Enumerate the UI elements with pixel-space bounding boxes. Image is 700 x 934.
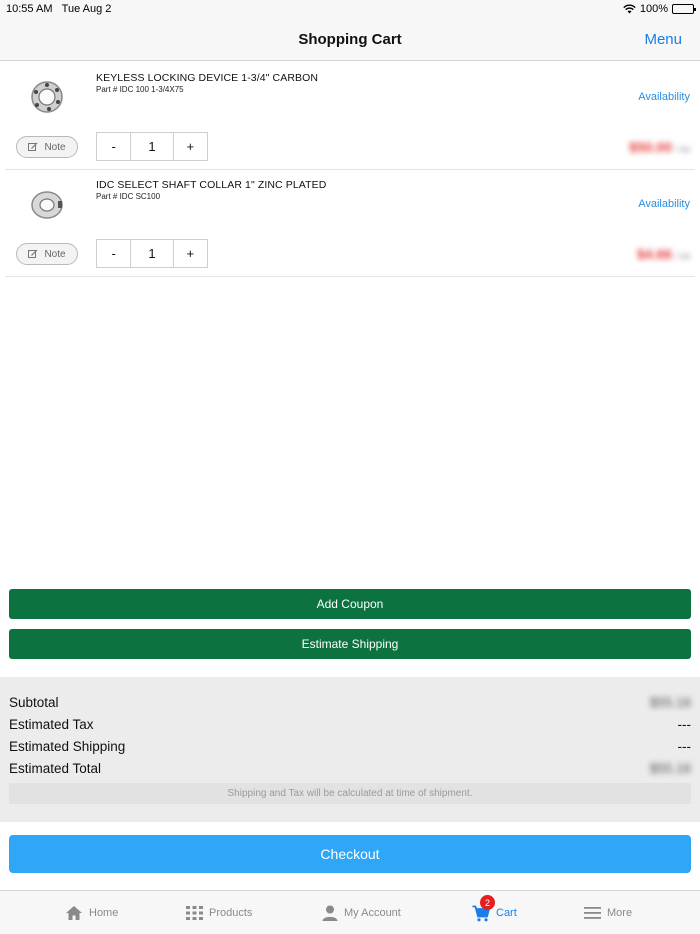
cart-item: IDC SELECT SHAFT COLLAR 1" ZINC PLATED P… (5, 170, 695, 277)
checkout-button[interactable]: Checkout (9, 835, 691, 873)
estimate-shipping-button[interactable]: Estimate Shipping (9, 629, 691, 659)
tab-cart[interactable]: Cart 2 (472, 891, 517, 934)
grid-icon (186, 906, 203, 920)
note-button[interactable]: Note (16, 136, 78, 158)
total-row: Estimated Total $55.16 (9, 759, 691, 779)
quantity-value[interactable]: 1 (130, 240, 174, 267)
product-image (31, 81, 63, 113)
tab-more[interactable]: More (584, 891, 632, 934)
note-label: Note (44, 248, 66, 260)
shipping-tax-note: Shipping and Tax will be calculated at t… (9, 783, 691, 804)
edit-icon (28, 249, 38, 258)
increase-quantity-button[interactable]: + (174, 133, 207, 160)
tab-products-label: Products (209, 907, 253, 919)
add-coupon-button[interactable]: Add Coupon (9, 589, 691, 619)
note-label: Note (44, 141, 66, 153)
tax-value: --- (677, 717, 692, 732)
availability-link[interactable]: Availability (638, 91, 690, 103)
cart-count-badge: 2 (480, 895, 495, 910)
tax-label: Estimated Tax (9, 717, 94, 732)
tab-my-account-label: My Account (344, 907, 401, 919)
note-button[interactable]: Note (16, 243, 78, 265)
battery-icon (672, 4, 696, 14)
tab-more-label: More (607, 907, 633, 919)
part-number: Part # IDC SC100 (96, 192, 161, 201)
subtotal-value: $55.16 (649, 695, 691, 710)
item-price: $50.00/ ea (629, 139, 690, 155)
status-right: 100% (623, 3, 696, 15)
increase-quantity-button[interactable]: + (174, 240, 207, 267)
shipping-label: Estimated Shipping (9, 739, 126, 754)
user-icon (322, 905, 338, 921)
availability-link[interactable]: Availability (638, 198, 690, 210)
quantity-stepper: - 1 + (96, 239, 208, 268)
decrease-quantity-button[interactable]: - (97, 133, 130, 160)
product-image (31, 191, 63, 219)
part-number: Part # IDC 100 1-3/4X75 (96, 85, 184, 94)
total-value: $55.16 (649, 761, 691, 776)
nav-bar: Shopping Cart Menu (0, 20, 700, 61)
decrease-quantity-button[interactable]: - (97, 240, 130, 267)
subtotal-row: Subtotal $55.16 (9, 693, 691, 713)
cart-item: KEYLESS LOCKING DEVICE 1-3/4" CARBON Par… (5, 63, 695, 170)
total-label: Estimated Total (9, 761, 102, 776)
tab-home[interactable]: Home (65, 891, 118, 934)
wifi-icon (623, 4, 636, 14)
hamburger-icon (584, 907, 601, 919)
shipping-value: --- (677, 739, 692, 754)
status-time: 10:55 AM Tue Aug 2 (6, 3, 112, 15)
tab-bar: Home Products My Account Cart 2 More (0, 890, 700, 934)
page-title: Shopping Cart (298, 31, 402, 48)
tax-row: Estimated Tax --- (9, 715, 691, 735)
shipping-row: Estimated Shipping --- (9, 737, 691, 757)
home-icon (66, 906, 82, 920)
product-name[interactable]: IDC SELECT SHAFT COLLAR 1" ZINC PLATED (96, 179, 326, 191)
battery-percent: 100% (639, 3, 668, 15)
item-price: $4.66/ ea (636, 246, 690, 262)
subtotal-label: Subtotal (9, 695, 59, 710)
order-summary: Subtotal $55.16 Estimated Tax --- Estima… (0, 677, 700, 822)
quantity-stepper: - 1 + (96, 132, 208, 161)
product-name[interactable]: KEYLESS LOCKING DEVICE 1-3/4" CARBON (96, 72, 318, 84)
edit-icon (28, 142, 38, 151)
quantity-value[interactable]: 1 (130, 133, 174, 160)
menu-button[interactable]: Menu (644, 31, 682, 48)
tab-products[interactable]: Products (186, 891, 252, 934)
tab-my-account[interactable]: My Account (322, 891, 401, 934)
tab-home-label: Home (89, 907, 119, 919)
status-bar: 10:55 AM Tue Aug 2 100% (0, 0, 700, 20)
tab-cart-label: Cart (496, 907, 517, 919)
